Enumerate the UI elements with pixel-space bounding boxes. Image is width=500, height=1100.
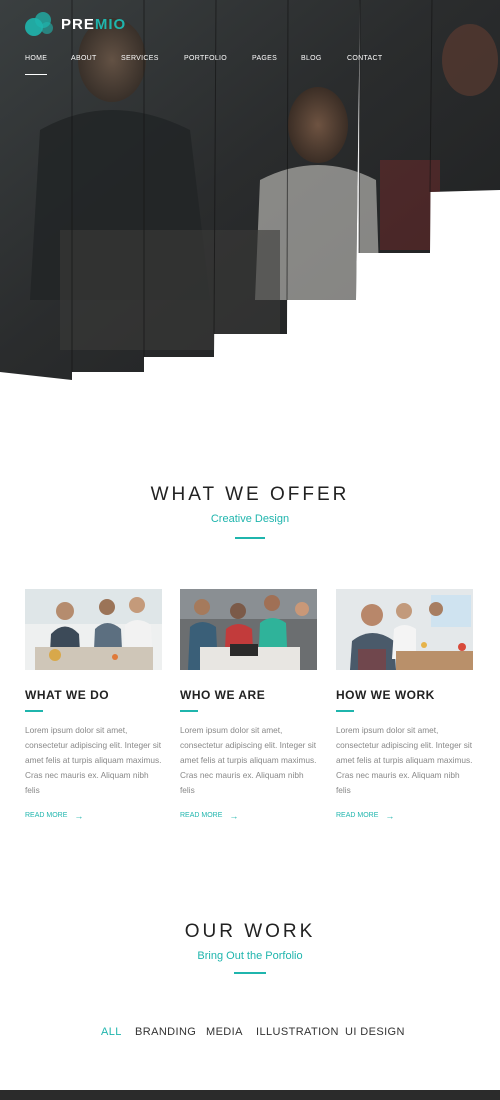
arrow-right-icon: → [229, 810, 239, 821]
read-more-link[interactable]: READ MORE → [25, 811, 83, 821]
bubbles-icon [25, 12, 55, 36]
offer-card-how-we-work: HOW WE WORK Lorem ipsum dolor sit amet, … [336, 589, 473, 822]
card-divider [180, 710, 198, 712]
filter-ui-design[interactable]: UI DESIGN [345, 1026, 405, 1038]
offer-divider [235, 537, 265, 539]
card-image-team-meeting [25, 589, 162, 670]
brand-name: PREMIO [61, 15, 127, 33]
filter-branding[interactable]: BRANDING [135, 1026, 196, 1038]
read-more-link[interactable]: READ MORE → [336, 811, 394, 821]
arrow-right-icon: → [385, 810, 395, 821]
nav-item-services[interactable]: SERVICES [121, 55, 159, 62]
nav-item-portfolio[interactable]: PORTFOLIO [184, 55, 227, 62]
card-title: HOW WE WORK [336, 688, 435, 702]
card-text: Lorem ipsum dolor sit amet, consectetur … [25, 724, 162, 795]
card-divider [25, 710, 43, 712]
offer-title: WHAT WE OFFER [150, 484, 350, 505]
brand-logo[interactable]: PREMIO [25, 12, 126, 36]
portfolio-filters: ALL BRANDING MEDIA ILLUSTRATION UI DESIG… [0, 1026, 500, 1040]
filter-media[interactable]: MEDIA [206, 1026, 243, 1038]
card-title: WHAT WE DO [25, 688, 110, 702]
nav-item-home[interactable]: HOME [25, 55, 48, 75]
filter-all[interactable]: ALL [101, 1026, 122, 1038]
hero-banner: PREMIO HOME ABOUT SERVICES PORTFOLIO PAG… [0, 0, 500, 400]
offer-card-who-we-are: WHO WE ARE Lorem ipsum dolor sit amet, c… [180, 589, 317, 822]
nav-item-about[interactable]: ABOUT [71, 55, 97, 62]
card-text: Lorem ipsum dolor sit amet, consectetur … [336, 724, 473, 795]
card-divider [336, 710, 354, 712]
read-more-link[interactable]: READ MORE → [180, 811, 238, 821]
work-subtitle: Bring Out the Porfolio [197, 950, 303, 962]
work-title: OUR WORK [184, 921, 316, 942]
offer-subtitle: Creative Design [210, 513, 290, 525]
card-title: WHO WE ARE [180, 688, 266, 702]
footer-bar [0, 1090, 500, 1100]
arrow-right-icon: → [74, 810, 84, 821]
filter-illustration[interactable]: ILLUSTRATION [256, 1026, 339, 1038]
card-image-office-smile [336, 589, 473, 670]
nav-item-pages[interactable]: PAGES [252, 55, 277, 62]
nav-item-blog[interactable]: BLOG [301, 55, 322, 62]
nav-item-contact[interactable]: CONTACT [347, 55, 382, 62]
work-divider [234, 972, 266, 974]
card-image-team-laptop [180, 589, 317, 670]
offer-card-what-we-do: WHAT WE DO Lorem ipsum dolor sit amet, c… [25, 589, 162, 822]
card-text: Lorem ipsum dolor sit amet, consectetur … [180, 724, 317, 795]
